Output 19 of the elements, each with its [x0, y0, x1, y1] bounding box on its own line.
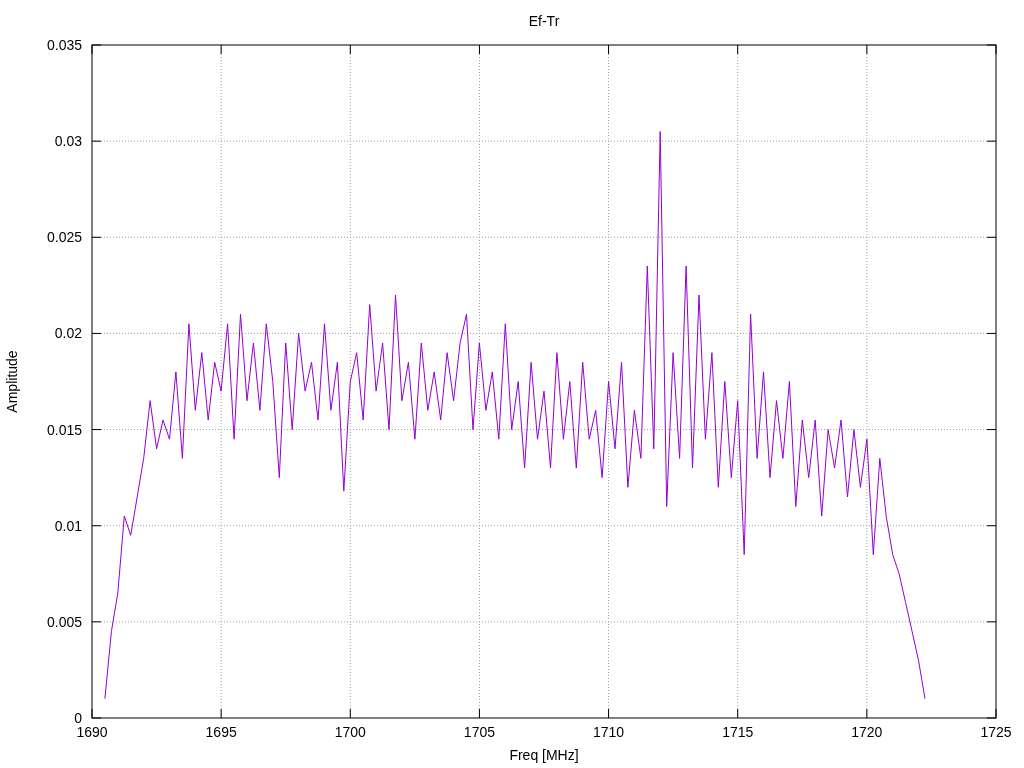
- x-tick-label: 1725: [980, 724, 1012, 740]
- x-tick-label: 1720: [851, 724, 883, 740]
- y-tick-label: 0.005: [46, 613, 82, 630]
- y-tick-label: 0.035: [46, 37, 82, 53]
- y-axis-title: Amplitude: [4, 350, 20, 413]
- chart-title: Ef-Tr: [528, 13, 560, 29]
- y-tick-label: 0.01: [54, 517, 82, 534]
- x-tick-label: 1695: [205, 724, 237, 740]
- y-tick-label: 0: [74, 710, 82, 726]
- x-axis-title: Freq [MHz]: [509, 747, 579, 763]
- y-tick-label: 0.03: [54, 133, 82, 150]
- y-tick-label: 0.025: [46, 229, 82, 246]
- x-tick-label: 1710: [593, 724, 625, 740]
- x-tick-label: 1715: [722, 724, 754, 740]
- y-tick-label: 0.02: [54, 325, 82, 342]
- x-tick-label: 1690: [76, 724, 108, 740]
- x-tick-label: 1700: [334, 724, 366, 740]
- x-tick-label: 1705: [463, 724, 495, 740]
- y-tick-label: 0.015: [46, 421, 82, 438]
